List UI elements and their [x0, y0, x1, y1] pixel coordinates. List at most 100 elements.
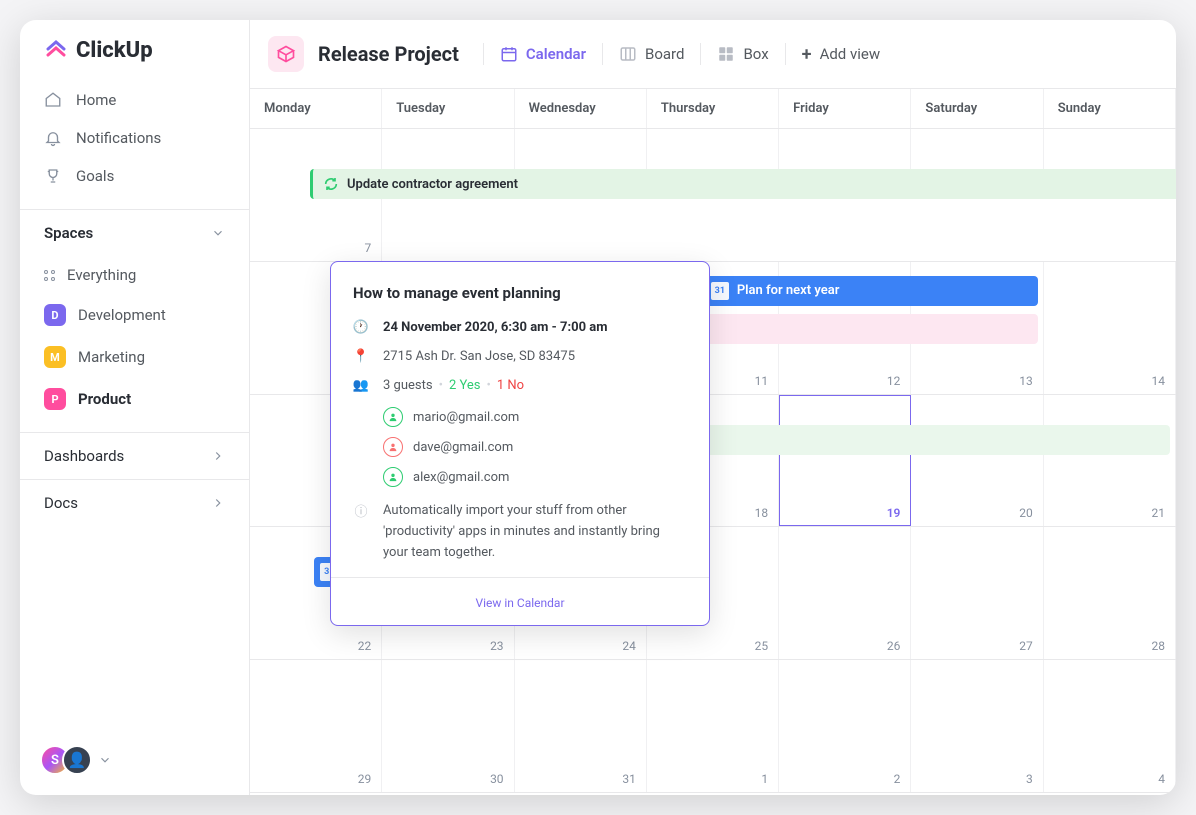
view-board[interactable]: Board	[617, 41, 686, 67]
event-bar[interactable]: Update contractor agreement	[310, 169, 1176, 199]
day-number: 24	[622, 639, 636, 653]
people-icon: 👥	[353, 378, 369, 393]
guest-avatar-icon	[383, 437, 403, 457]
calendar-badge-icon: 31	[711, 282, 729, 300]
popup-desc: Automatically import your stuff from oth…	[383, 501, 687, 563]
day-number: 28	[1152, 639, 1166, 653]
nav-dashboards[interactable]: Dashboards	[20, 432, 249, 479]
logo[interactable]: ClickUp	[20, 20, 249, 81]
day-cell[interactable]: 27	[911, 527, 1043, 659]
nav-notifications[interactable]: Notifications	[28, 119, 241, 157]
popup-datetime-row: 🕐24 November 2020, 6:30 am - 7:00 am	[353, 320, 687, 335]
space-marketing[interactable]: M Marketing	[28, 336, 241, 378]
popup-location: 2715 Ash Dr. San Jose, SD 83475	[383, 349, 575, 364]
day-cell[interactable]: 29	[250, 660, 382, 792]
day-header-row: MondayTuesdayWednesdayThursdayFridaySatu…	[250, 89, 1176, 129]
guest-yes: 2 Yes	[449, 378, 481, 393]
clock-icon: 🕐	[353, 320, 369, 335]
view-label: Box	[743, 45, 768, 63]
chevron-down-icon	[98, 753, 112, 767]
board-icon	[619, 45, 637, 63]
day-number: 30	[490, 772, 504, 786]
day-cell[interactable]: 28	[1044, 527, 1176, 659]
day-header: Wednesday	[515, 89, 647, 128]
view-box[interactable]: Box	[715, 41, 770, 67]
add-view-button[interactable]: +Add view	[800, 40, 882, 69]
chevron-right-icon	[211, 496, 225, 510]
space-label: Product	[78, 390, 131, 408]
guest-count: 3 guests	[383, 378, 433, 393]
day-number: 1	[761, 772, 768, 786]
space-badge: D	[44, 304, 66, 326]
docs-label: Docs	[44, 494, 78, 512]
nav-goals[interactable]: Goals	[28, 157, 241, 195]
day-number: 14	[1152, 374, 1166, 388]
day-cell[interactable]: 26	[779, 527, 911, 659]
day-number: 27	[1019, 639, 1033, 653]
dashboards-label: Dashboards	[44, 447, 124, 465]
user-avatars[interactable]: S 👤	[20, 725, 249, 795]
space-everything-label: Everything	[67, 266, 136, 284]
event-bar[interactable]	[701, 425, 1170, 455]
everything-icon	[44, 270, 55, 281]
day-cell[interactable]: 7	[250, 195, 382, 261]
popup-title: How to manage event planning	[353, 284, 687, 302]
guest-email: alex@gmail.com	[413, 470, 509, 485]
box-icon	[276, 44, 296, 64]
spaces-header[interactable]: Spaces	[20, 209, 249, 256]
day-cell[interactable]: 14	[1044, 262, 1176, 394]
day-cell[interactable]: 1	[647, 660, 779, 792]
day-number: 31	[622, 772, 636, 786]
space-development[interactable]: DDevelopment	[28, 294, 241, 336]
day-number: 22	[358, 639, 372, 653]
day-cell[interactable]: 4	[1044, 660, 1176, 792]
day-cell[interactable]: 31	[515, 660, 647, 792]
guest-item: dave@gmail.com	[383, 437, 687, 457]
pin-icon: 📍	[353, 349, 369, 364]
info-icon: ⓘ	[353, 501, 369, 563]
space-badge: M	[44, 346, 66, 368]
popup-guests-row: 👥 3 guests • 2 Yes • 1 No	[353, 378, 687, 393]
day-number: 19	[887, 506, 901, 520]
nav-home[interactable]: Home	[28, 81, 241, 119]
day-header: Monday	[250, 89, 382, 128]
view-in-calendar-link[interactable]: View in Calendar	[475, 596, 564, 610]
guest-item: mario@gmail.com	[383, 407, 687, 427]
avatar: 👤	[62, 745, 92, 775]
day-number: 12	[887, 374, 901, 388]
day-number: 21	[1152, 506, 1166, 520]
day-cell[interactable]: 21	[1044, 395, 1176, 527]
calendar: MondayTuesdayWednesdayThursdayFridaySatu…	[250, 89, 1176, 795]
nav-home-label: Home	[76, 91, 116, 109]
day-number: 7	[365, 241, 372, 255]
day-number: 18	[755, 506, 769, 520]
space-badge: P	[44, 388, 66, 410]
event-bar[interactable]: 31Plan for next year	[701, 276, 1038, 306]
nav-goals-label: Goals	[76, 167, 114, 185]
popup-footer: View in Calendar	[331, 577, 709, 625]
guest-avatar-icon	[383, 467, 403, 487]
chevron-right-icon	[211, 449, 225, 463]
day-header: Saturday	[911, 89, 1043, 128]
grid-icon	[717, 45, 735, 63]
space-product[interactable]: P Product	[28, 378, 241, 420]
nav-docs[interactable]: Docs	[20, 479, 249, 526]
space-label: Marketing	[78, 348, 145, 366]
separator	[602, 43, 603, 65]
day-cell[interactable]: 19	[779, 395, 911, 527]
clickup-logo-icon	[44, 39, 68, 63]
view-calendar[interactable]: Calendar	[498, 41, 588, 67]
event-bar[interactable]	[701, 314, 1038, 344]
view-label: Calendar	[526, 45, 586, 63]
day-cell[interactable]: 20	[911, 395, 1043, 527]
day-header: Thursday	[647, 89, 779, 128]
day-header: Sunday	[1044, 89, 1176, 128]
space-everything[interactable]: Everything	[28, 256, 241, 294]
main-area: Release Project Calendar Board Box +Add …	[250, 20, 1176, 795]
day-cell[interactable]: 2	[779, 660, 911, 792]
separator	[700, 43, 701, 65]
day-cell[interactable]: 3	[911, 660, 1043, 792]
day-cell[interactable]: 30	[382, 660, 514, 792]
day-header: Tuesday	[382, 89, 514, 128]
separator	[483, 43, 484, 65]
